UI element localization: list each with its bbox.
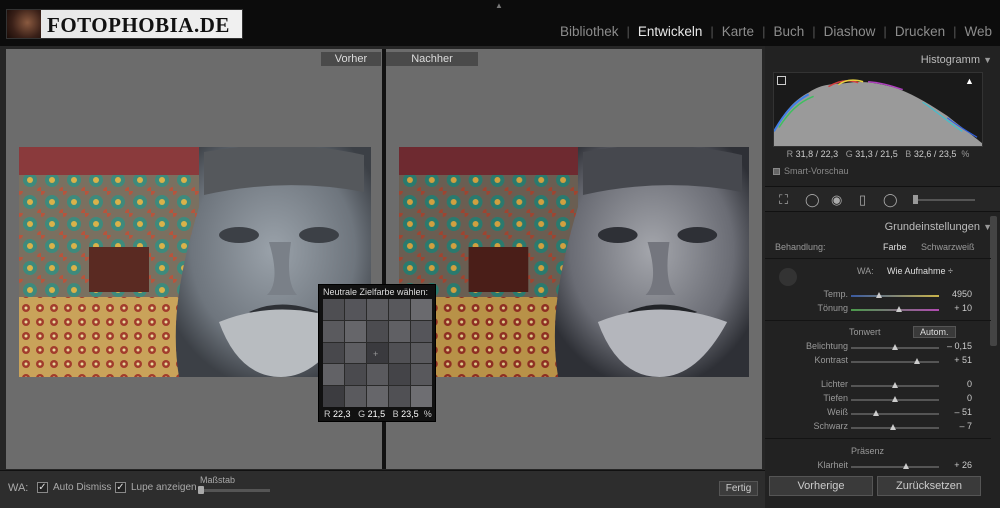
neutral-color-loupe: Neutrale Zielfarbe wählen: + R 22,3 G 21… bbox=[318, 284, 436, 422]
treatment-bw[interactable]: Schwarzweiß bbox=[921, 242, 975, 252]
logo-photo bbox=[7, 10, 41, 38]
before-label: Vorher bbox=[321, 52, 381, 66]
whites-slider-knob[interactable] bbox=[873, 410, 879, 416]
tone-label: Tonwert bbox=[849, 327, 881, 337]
show-loupe-option[interactable]: ✓ Lupe anzeigen bbox=[115, 482, 197, 493]
done-button[interactable]: Fertig bbox=[719, 481, 758, 496]
histogram-rgb-readout: R 31,8 / 22,3 G 31,3 / 21,5 B 32,6 / 23,… bbox=[786, 149, 970, 159]
reset-button[interactable]: Zurücksetzen bbox=[877, 476, 981, 496]
blacks-row[interactable]: Schwarz – 7 bbox=[765, 421, 1000, 434]
highlights-slider-knob[interactable] bbox=[892, 382, 898, 388]
temp-row[interactable]: Temp. 4950 bbox=[765, 289, 1000, 302]
smart-preview-label: Smart-Vorschau bbox=[784, 166, 849, 176]
auto-dismiss-checkbox[interactable]: ✓ bbox=[37, 482, 48, 493]
statue-photo-after bbox=[399, 147, 749, 377]
radial-filter-icon[interactable]: ◯ bbox=[883, 193, 898, 206]
clarity-slider-knob[interactable] bbox=[903, 463, 909, 469]
module-bibliothek[interactable]: Bibliothek bbox=[552, 24, 627, 39]
spot-removal-icon[interactable]: ◯ bbox=[805, 193, 820, 206]
brush-slider-knob[interactable] bbox=[913, 195, 918, 204]
contrast-row[interactable]: Kontrast + 51 bbox=[765, 355, 1000, 368]
exposure-slider-knob[interactable] bbox=[892, 344, 898, 350]
basic-title: Grundeinstellungen bbox=[884, 221, 980, 233]
auto-tone-button[interactable]: Autom. bbox=[913, 326, 956, 338]
module-web[interactable]: Web bbox=[956, 24, 1000, 39]
module-buch[interactable]: Buch bbox=[765, 24, 812, 39]
collapse-triangle-icon[interactable]: ▼ bbox=[983, 49, 992, 71]
scale-slider-track[interactable] bbox=[200, 489, 270, 492]
temp-slider-knob[interactable] bbox=[876, 292, 882, 298]
auto-dismiss-option[interactable]: ✓ Auto Dismiss bbox=[37, 482, 111, 493]
shadow-clipping-toggle[interactable] bbox=[777, 76, 786, 85]
scale-slider-knob[interactable] bbox=[198, 486, 204, 494]
histogram bbox=[773, 72, 983, 147]
red-eye-icon[interactable]: ◉ bbox=[831, 193, 842, 206]
treatment-label: Behandlung: bbox=[775, 242, 826, 252]
module-bar: FOTOPHOBIA.DE ▲ Bibliothek | Entwickeln | … bbox=[0, 0, 1000, 46]
basic-header[interactable]: Grundeinstellungen ▼ bbox=[765, 216, 1000, 238]
crop-tool-icon[interactable]: ⛶ bbox=[779, 193, 788, 206]
brush-slider-track[interactable] bbox=[913, 199, 975, 201]
after-pane[interactable]: Nachher bbox=[386, 49, 762, 469]
panel-toggle-top-icon[interactable]: ▲ bbox=[495, 1, 503, 10]
module-entwickeln[interactable]: Entwickeln bbox=[630, 24, 711, 39]
wb-select[interactable]: Wie Aufnahme ÷ bbox=[887, 266, 953, 276]
whites-row[interactable]: Weiß – 51 bbox=[765, 407, 1000, 420]
show-loupe-label: Lupe anzeigen bbox=[131, 482, 197, 493]
smart-preview-icon bbox=[773, 167, 780, 175]
after-label: Nachher bbox=[386, 52, 478, 66]
loupe-rgb-readout: R 22,3 G 21,5 B 23,5 % bbox=[324, 409, 432, 419]
wb-label: WA: bbox=[8, 482, 29, 494]
highlights-row[interactable]: Lichter 0 bbox=[765, 379, 1000, 392]
module-drucken[interactable]: Drucken bbox=[887, 24, 953, 39]
wb-toolbar: WA: ✓ Auto Dismiss ✓ Lupe anzeigen Maßst… bbox=[0, 470, 765, 508]
histogram-header[interactable]: Histogramm ▼ bbox=[765, 49, 1000, 71]
exposure-row[interactable]: Belichtung – 0,15 bbox=[765, 341, 1000, 354]
logo-text: FOTOPHOBIA.DE bbox=[47, 13, 230, 37]
treatment-row: Behandlung: Farbe Schwarzweiß bbox=[765, 242, 1000, 255]
smart-preview[interactable]: Smart-Vorschau bbox=[773, 166, 849, 176]
previous-settings-button[interactable]: Vorherige bbox=[769, 476, 873, 496]
tool-strip: ⛶ ◯ ◉ ▯ ◯ bbox=[765, 186, 1000, 212]
develop-panel: Histogramm ▼ ▲ R 31,8 / 22,3 G 31,3 / 21… bbox=[765, 46, 1000, 508]
image-area: Vorher Nachher Neutrale Zielfarbe wählen… bbox=[0, 46, 765, 508]
contrast-slider-knob[interactable] bbox=[914, 358, 920, 364]
identity-plate: FOTOPHOBIA.DE bbox=[6, 9, 243, 39]
highlight-clipping-icon[interactable]: ▲ bbox=[965, 76, 974, 86]
auto-dismiss-label: Auto Dismiss bbox=[53, 482, 112, 493]
histogram-title: Histogramm bbox=[920, 54, 980, 66]
tone-row: Tonwert Autom. bbox=[765, 326, 1000, 340]
presence-row: Präsenz bbox=[765, 446, 1000, 459]
tint-slider-knob[interactable] bbox=[896, 306, 902, 312]
treatment-color[interactable]: Farbe bbox=[883, 242, 907, 252]
module-karte[interactable]: Karte bbox=[714, 24, 762, 39]
after-photo[interactable] bbox=[399, 147, 749, 377]
wb-row: WA: Wie Aufnahme ÷ bbox=[765, 266, 1000, 279]
shadows-slider-knob[interactable] bbox=[892, 396, 898, 402]
clarity-row[interactable]: Klarheit + 26 bbox=[765, 460, 1000, 473]
module-diashow[interactable]: Diashow bbox=[816, 24, 884, 39]
module-picker: Bibliothek | Entwickeln | Karte | Buch | Dia… bbox=[552, 22, 1000, 40]
show-loupe-checkbox[interactable]: ✓ bbox=[115, 482, 126, 493]
presence-label: Präsenz bbox=[851, 446, 885, 456]
scale-label: Maßstab bbox=[200, 475, 236, 485]
wb-label: WA: bbox=[857, 266, 874, 276]
shadows-row[interactable]: Tiefen 0 bbox=[765, 393, 1000, 406]
histogram-graph bbox=[774, 79, 982, 146]
tint-row[interactable]: Tönung + 10 bbox=[765, 303, 1000, 316]
blacks-slider-knob[interactable] bbox=[890, 424, 896, 430]
crosshair-icon: + bbox=[373, 349, 379, 359]
graduated-filter-icon[interactable]: ▯ bbox=[859, 193, 866, 206]
loupe-title: Neutrale Zielfarbe wählen: bbox=[323, 287, 429, 297]
